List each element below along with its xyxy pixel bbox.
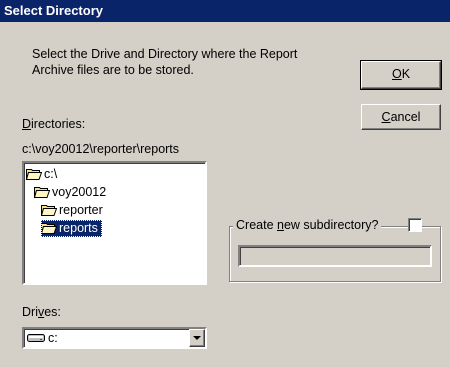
instructions-line-1: Select the Drive and Directory where the… xyxy=(32,47,298,61)
directory-item-label: reporter xyxy=(59,203,103,217)
drives-dropdown[interactable]: c: xyxy=(22,327,207,349)
directories-label-mnemonic: D xyxy=(22,117,32,131)
dialog-title: Select Directory xyxy=(0,0,450,22)
drive-icon xyxy=(27,334,45,342)
chevron-down-icon xyxy=(193,336,201,340)
directories-label: Directories: xyxy=(22,117,85,131)
ok-button-label: K xyxy=(401,67,411,81)
drives-label-pre: Dri xyxy=(22,305,38,319)
directory-item-reports[interactable]: reports xyxy=(41,220,102,237)
ok-button-mnemonic: O xyxy=(391,67,402,81)
cancel-button[interactable]: Cancel xyxy=(361,104,441,130)
drives-selected-value: c: xyxy=(48,331,58,345)
select-directory-dialog: Select Directory Select the Drive and Di… xyxy=(0,0,450,367)
instructions-line-2: Archive files are to be stored. xyxy=(32,63,194,77)
directory-list[interactable]: c:\ voy20012 reporter reports xyxy=(22,161,207,285)
cancel-button-label: ancel xyxy=(390,110,421,124)
ok-button[interactable]: OK xyxy=(360,60,442,90)
drives-label: Drives: xyxy=(22,305,61,319)
open-folder-icon xyxy=(41,223,57,234)
drives-dropdown-button[interactable] xyxy=(189,329,205,347)
open-folder-icon xyxy=(34,187,50,198)
new-subdirectory-label-pre: Create xyxy=(236,218,277,232)
drives-selected: c: xyxy=(27,330,58,346)
current-path: c:\voy20012\reporter\reports xyxy=(22,142,180,156)
directory-item-label: c:\ xyxy=(44,167,58,181)
directory-item-voy20012[interactable]: voy20012 xyxy=(34,184,106,201)
open-folder-icon xyxy=(41,205,57,216)
new-subdirectory-label: Create new subdirectory? xyxy=(233,217,382,233)
directory-item-reporter[interactable]: reporter xyxy=(41,202,103,219)
directory-item-label: voy20012 xyxy=(52,185,107,199)
instructions-text: Select the Drive and Directory where the… xyxy=(32,46,352,78)
new-subdirectory-label-post: ew subdirectory? xyxy=(283,218,379,232)
directory-item-root[interactable]: c:\ xyxy=(26,166,57,183)
new-subdirectory-checkbox[interactable] xyxy=(408,218,422,232)
new-subdirectory-field[interactable] xyxy=(238,245,432,267)
open-folder-icon xyxy=(26,169,42,180)
directory-item-label: reports xyxy=(59,221,98,235)
drives-label-post: es: xyxy=(44,305,61,319)
new-subdirectory-label-mnemonic: n xyxy=(277,218,284,232)
cancel-button-mnemonic: C xyxy=(381,110,391,124)
directories-label-text: irectories: xyxy=(31,117,86,131)
